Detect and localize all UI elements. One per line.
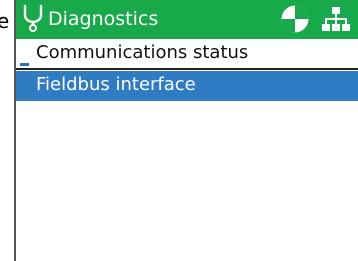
list-marker [20, 63, 29, 66]
edge-glyph: e [0, 9, 10, 33]
heading-divider [16, 68, 358, 70]
menu-item-fieldbus-interface[interactable]: Fieldbus interface [16, 71, 358, 101]
screen-frame [14, 0, 16, 261]
stethoscope-icon [23, 4, 43, 32]
menu-heading: Communications status [36, 42, 249, 63]
menu-item-label: Fieldbus interface [36, 74, 196, 95]
page: e Diagnostics Communications status Fiel… [0, 0, 358, 261]
title-bar: Diagnostics [16, 0, 358, 39]
device-screen: Diagnostics Communications status Fieldb… [14, 0, 358, 261]
status-pie-icon [281, 5, 309, 33]
page-title: Diagnostics [48, 8, 159, 30]
network-tree-icon [322, 7, 350, 31]
